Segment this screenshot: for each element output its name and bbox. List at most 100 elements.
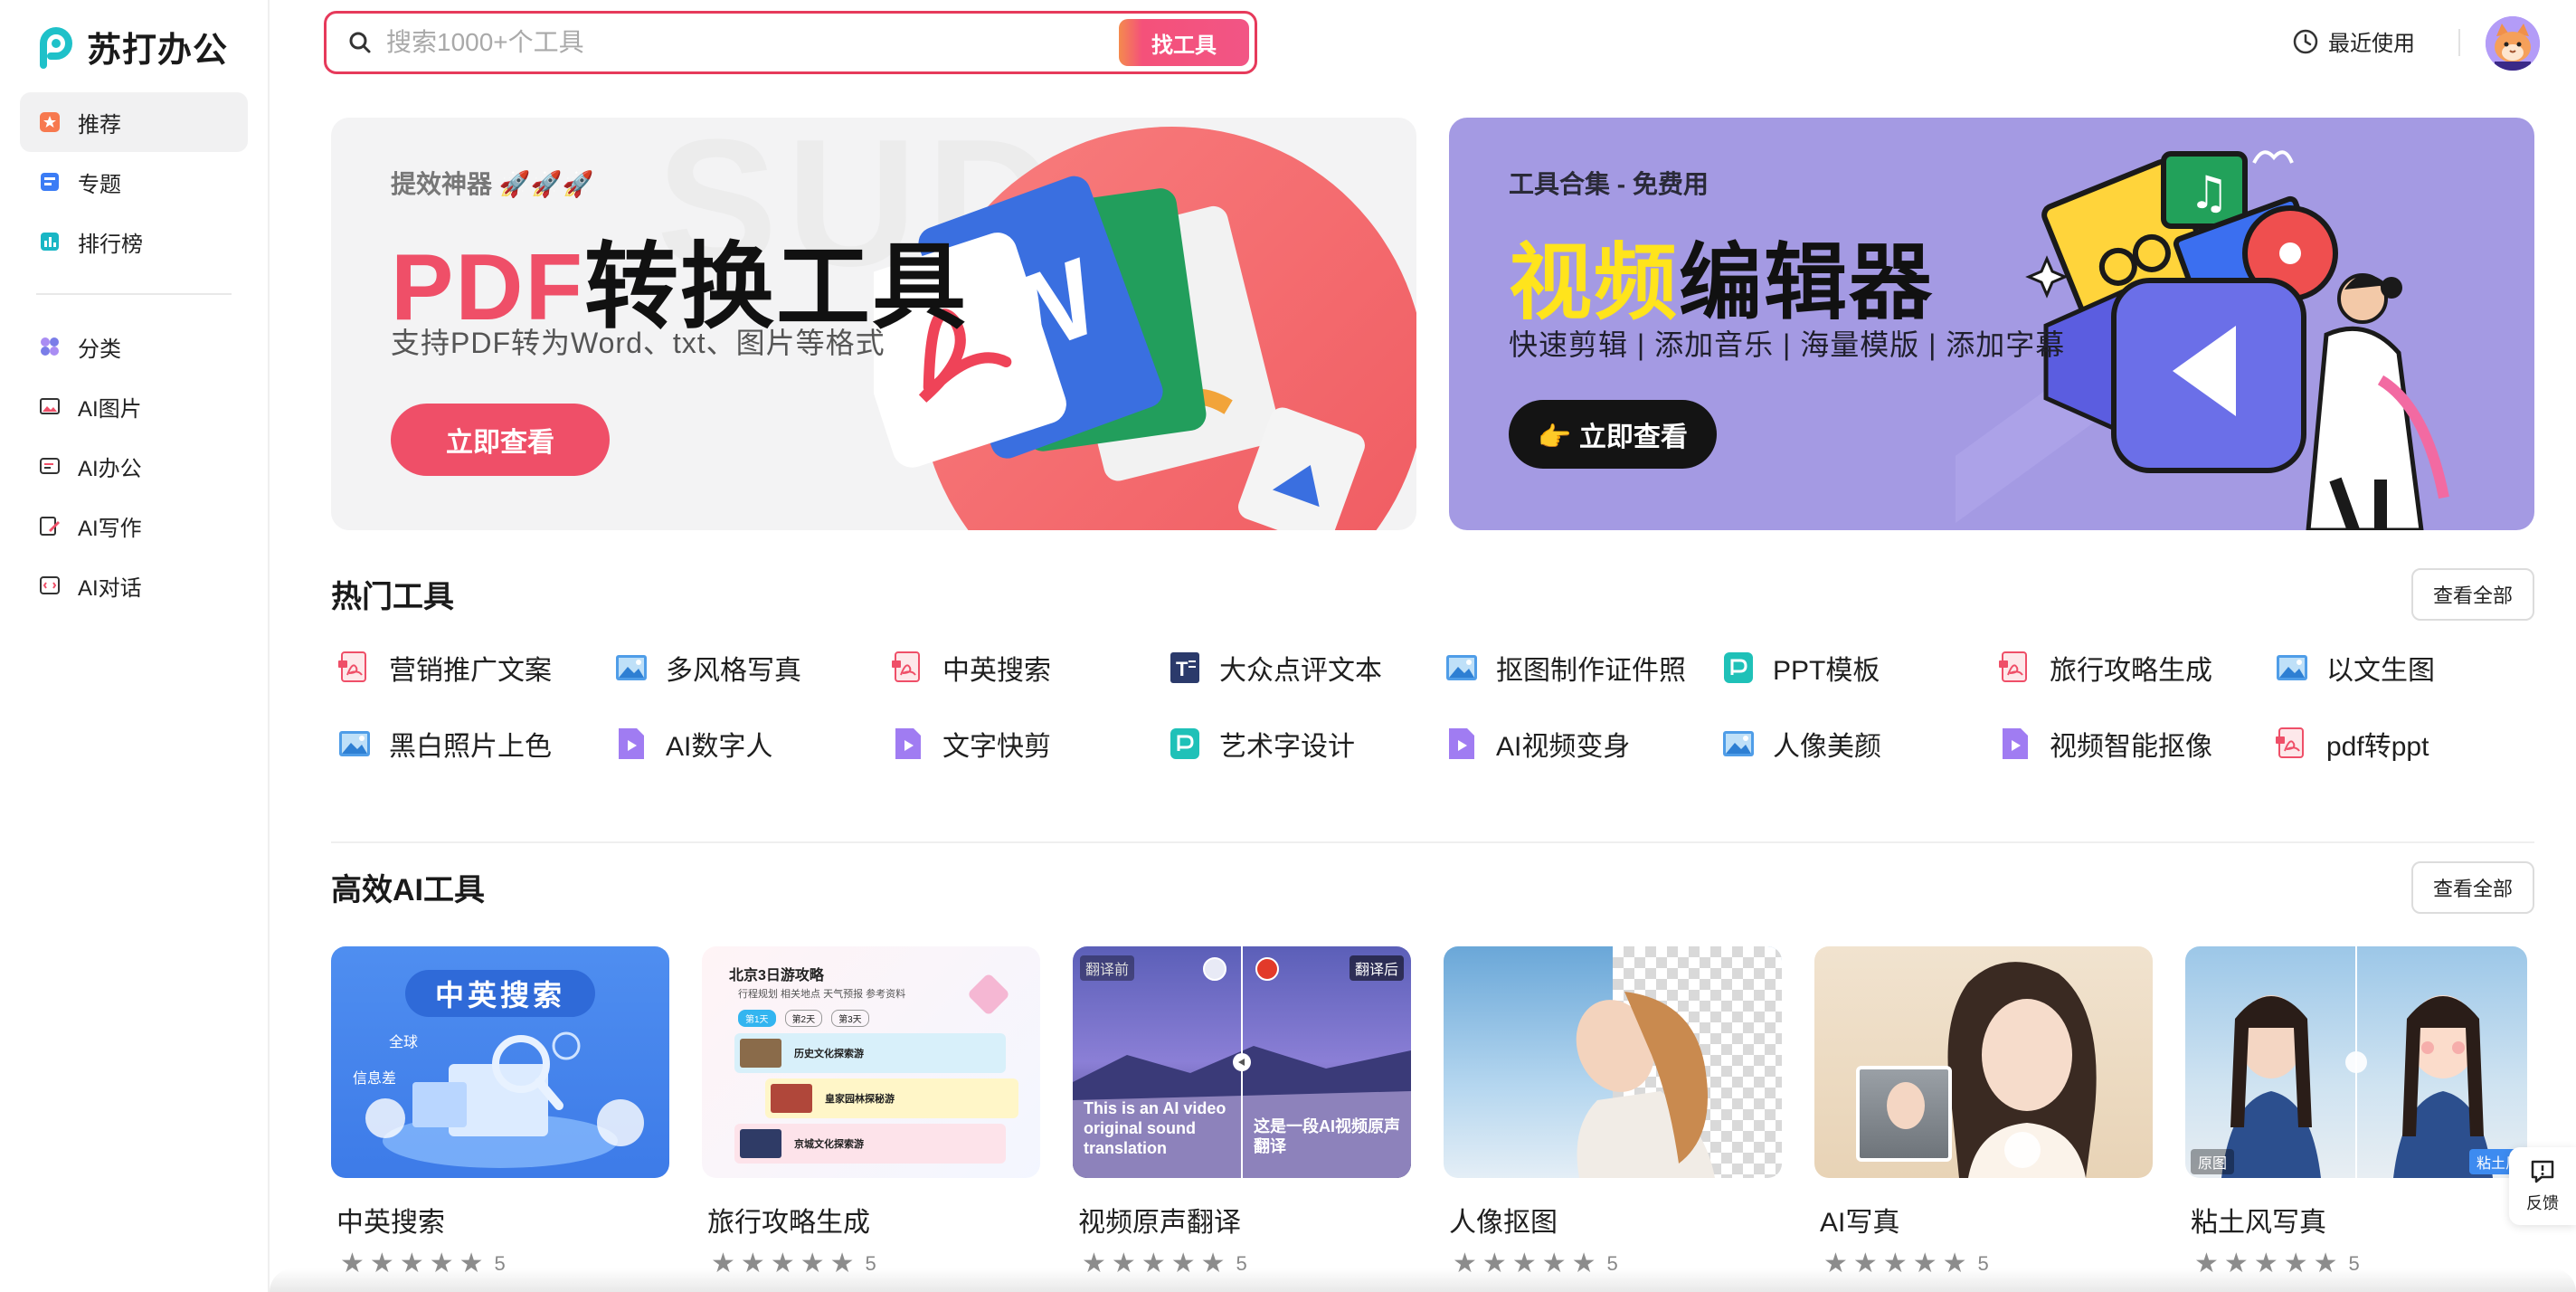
itinerary-photo (771, 1084, 812, 1113)
hot-tool-label: AI数字人 (666, 732, 773, 762)
sidebar-item-ai-chat[interactable]: AI对话 (20, 556, 248, 615)
pdf-tool-icon (2276, 727, 2304, 758)
hot-tool-label: 文字快剪 (942, 732, 1051, 762)
sidebar-item-label: AI写作 (78, 516, 142, 541)
sidebar-item-ai-image[interactable]: AI图片 (20, 376, 248, 436)
search-button[interactable]: 找工具 (1119, 19, 1249, 66)
ai-tool-card[interactable]: 翻译前 翻译后 This is an AI video original sou… (1073, 946, 1411, 1278)
pdf-tool-icon (1999, 651, 2027, 682)
sidebar-item-category[interactable]: 分类 (20, 317, 248, 376)
hot-tool-item[interactable]: 黑白照片上色 (336, 724, 613, 764)
ai-tool-card[interactable]: 中英搜索 全球 信息差 中英搜索 ★ ★ ★ ★ ★ 5 (331, 946, 669, 1278)
ai-tool-card[interactable]: 北京3日游攻略 行程规划 相关地点 天气预报 参考资料 第1天 第2天 第3天 … (702, 946, 1040, 1278)
card-name: 中英搜索 (336, 1208, 445, 1238)
brand-logo[interactable]: 苏打办公 (34, 22, 228, 71)
hot-tool-item[interactable]: T 大众点评文本 (1167, 648, 1444, 688)
hot-tool-item[interactable]: PPT模板 (1720, 648, 1997, 688)
card-name: 旅行攻略生成 (707, 1208, 870, 1238)
topic-icon (41, 173, 59, 191)
search-icon (349, 32, 371, 53)
sidebar-item-label: AI图片 (78, 396, 142, 422)
sidebar-divider (36, 293, 232, 295)
hot-tool-item[interactable]: 人像美颜 (1720, 724, 1997, 764)
hot-tool-label: 中英搜索 (942, 656, 1051, 686)
hot-tool-item[interactable]: AI视频变身 (1444, 724, 1720, 764)
card-thumbnail: 翻译前 翻译后 This is an AI video original sou… (1073, 946, 1411, 1178)
image-tool-icon (339, 731, 370, 756)
sidebar-item-label: AI对话 (78, 575, 142, 601)
text-tool-icon: T (1170, 652, 1199, 683)
ppt-tool-icon (1170, 728, 1199, 759)
card-thumbnail: 中英搜索 全球 信息差 (331, 946, 669, 1178)
ai-tool-card[interactable]: 人像抠图 ★ ★ ★ ★ ★ 5 (1444, 946, 1782, 1278)
write-icon (40, 517, 60, 536)
subtitle-cn: 这是一段AI视频原声翻译 (1254, 1117, 1400, 1155)
sidebar-item-ranking[interactable]: 排行榜 (20, 212, 248, 271)
hot-tool-item[interactable]: 以文生图 (2274, 648, 2551, 688)
cn-flag-icon (1255, 957, 1279, 981)
thumb-days: 第1天 第2天 第3天 (738, 1010, 869, 1027)
avatar[interactable] (2486, 16, 2540, 71)
hot-tool-label: 抠图制作证件照 (1496, 656, 1686, 686)
video-tool-icon (1449, 728, 1474, 759)
hot-tool-item[interactable]: 多风格写真 (613, 648, 890, 688)
banner-title: 视频编辑器 (1509, 215, 1934, 336)
hot-tool-item[interactable]: 旅行攻略生成 (1997, 648, 2274, 688)
banner-view-button[interactable]: 立即查看 (391, 404, 610, 476)
day-chip: 第1天 (738, 1010, 776, 1027)
thumb-title: 北京3日游攻略 (729, 968, 824, 983)
image-tool-icon (616, 655, 647, 680)
banner-view-button[interactable]: 👉 立即查看 (1509, 400, 1717, 469)
hot-tool-item[interactable]: AI数字人 (613, 724, 890, 764)
card-name: 粘土风写真 (2191, 1208, 2326, 1238)
logo-icon (40, 26, 72, 69)
card-thumbnail: 北京3日游攻略 行程规划 相关地点 天气预报 参考资料 第1天 第2天 第3天 … (702, 946, 1040, 1178)
hot-tool-item[interactable]: 抠图制作证件照 (1444, 648, 1720, 688)
recent-use-label: 最近使用 (2328, 32, 2415, 56)
banner-pdf-converter[interactable]: SUDA X W 提效神器 🚀🚀🚀 PDF转换工具 支持PDF转为Word、tx… (331, 118, 1416, 530)
sidebar-nav: 推荐 专题 排行榜 分类 AI图片 AI办公 AI写作 AI对话 (20, 92, 248, 615)
hot-tool-label: 以文生图 (2326, 656, 2435, 686)
reference-face (1887, 1082, 1925, 1129)
star-icon (40, 112, 60, 132)
ai-tools-cards: 中英搜索 全球 信息差 中英搜索 ★ ★ ★ ★ ★ 5 北京3日游攻略 行程规划 相关… (331, 946, 2527, 1278)
recent-use-link[interactable]: 最近使用 (2292, 25, 2415, 57)
sidebar-item-ai-office[interactable]: AI办公 (20, 436, 248, 496)
original-label: 原图 (2191, 1149, 2235, 1174)
card-thumbnail: 原图 粘土风 (2185, 946, 2527, 1178)
card-thumbnail (1444, 946, 1782, 1178)
card-thumbnail (1814, 946, 2153, 1178)
sidebar-item-recommend[interactable]: 推荐 (20, 92, 248, 152)
hot-tools-view-all-button[interactable]: 查看全部 (2411, 568, 2534, 621)
hot-tool-label: 人像美颜 (1773, 732, 1881, 762)
ai-tool-card[interactable]: AI写真 ★ ★ ★ ★ ★ 5 (1814, 946, 2153, 1278)
hot-tool-label: 旅行攻略生成 (2050, 656, 2212, 686)
hot-tool-item[interactable]: 视频智能抠像 (1997, 724, 2274, 764)
image-tool-icon (1723, 731, 1754, 756)
banner-video-editor[interactable]: ♫ 工具合集 - 免费用 视频编辑器 快速剪辑 | 添加音乐 | 海量模版 | … (1449, 118, 2534, 530)
sidebar-item-ai-writing[interactable]: AI写作 (20, 496, 248, 556)
ai-tool-card[interactable]: 原图 粘土风 粘土风写真 ★ ★ ★ ★ ★ 5 (2185, 946, 2527, 1278)
hot-tool-label: 视频智能抠像 (2050, 732, 2212, 762)
hot-tool-item[interactable]: 文字快剪 (890, 724, 1167, 764)
hot-tool-item[interactable]: 中英搜索 (890, 648, 1167, 688)
day-chip: 第3天 (831, 1010, 869, 1027)
banner-title-main: 编辑器 (1679, 237, 1935, 329)
search-input[interactable] (386, 28, 1092, 57)
feedback-button[interactable]: 反馈 (2509, 1147, 2576, 1225)
portrait-illustration (1576, 992, 1715, 1178)
sidebar-item-topic[interactable]: 专题 (20, 152, 248, 212)
hot-tool-item[interactable]: 艺术字设计 (1167, 724, 1444, 764)
sidebar-item-label: 专题 (78, 172, 121, 197)
hot-tool-item[interactable]: pdf转ppt (2274, 724, 2551, 764)
us-flag-icon (1203, 957, 1226, 981)
ai-tools-view-all-button[interactable]: 查看全部 (2411, 861, 2534, 914)
sidebar-item-label: AI办公 (78, 456, 142, 481)
feedback-label: 反馈 (2526, 1194, 2559, 1212)
hot-tool-label: pdf转ppt (2326, 732, 2429, 762)
sidebar-item-label: 排行榜 (78, 232, 143, 257)
hot-tool-label: PPT模板 (1773, 656, 1880, 686)
hot-tool-item[interactable]: 营销推广文案 (336, 648, 613, 688)
card-name: 视频原声翻译 (1078, 1208, 1241, 1238)
brand-name: 苏打办公 (87, 32, 229, 70)
